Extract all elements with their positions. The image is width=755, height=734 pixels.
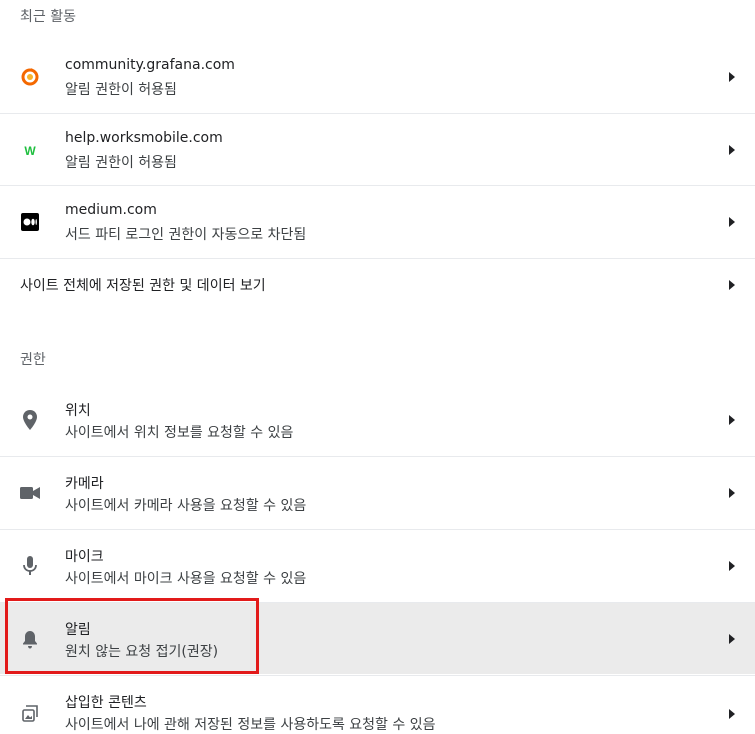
chevron-right-icon: [729, 144, 735, 155]
permission-row-camera[interactable]: 카메라 사이트에서 카메라 사용을 요청할 수 있음: [0, 456, 755, 528]
chevron-right-icon: [729, 72, 735, 82]
svg-text:W: W: [24, 144, 36, 158]
site-name: medium.com: [65, 202, 157, 218]
permission-description: 사이트에서 카메라 사용을 요청할 수 있음: [65, 498, 307, 514]
view-all-site-data-row[interactable]: 사이트 전체에 저장된 권한 및 데이터 보기: [0, 258, 755, 311]
permission-label: 카메라: [65, 476, 104, 492]
embedded-content-icon: [20, 704, 40, 724]
chevron-right-icon: [729, 216, 735, 227]
location-pin-icon: [20, 410, 40, 430]
chevron-right-icon: [729, 709, 735, 719]
camera-icon: [20, 483, 40, 503]
permission-description: 원치 않는 요청 접기(권장): [65, 644, 219, 660]
site-status: 알림 권한이 허용됨: [65, 155, 177, 171]
site-status: 알림 권한이 허용됨: [65, 82, 177, 98]
bell-icon: [20, 629, 40, 649]
site-name: community.grafana.com: [65, 57, 235, 73]
chevron-right-icon: [729, 415, 735, 425]
site-name: help.worksmobile.com: [65, 130, 223, 146]
chevron-right-icon: [729, 560, 735, 571]
recent-site-row-worksmobile[interactable]: W help.worksmobile.com 알림 권한이 허용됨: [0, 113, 755, 185]
recent-site-row-medium[interactable]: medium.com 서드 파티 로그인 권한이 자동으로 차단됨: [0, 185, 755, 257]
view-all-label: 사이트 전체에 저장된 권한 및 데이터 보기: [20, 278, 266, 294]
permission-label: 마이크: [65, 549, 104, 565]
permission-description: 사이트에서 위치 정보를 요청할 수 있음: [65, 425, 294, 441]
permission-label: 삽입한 콘텐츠: [65, 695, 147, 711]
permission-description: 사이트에서 나에 관해 저장된 정보를 사용하도록 요청할 수 있음: [65, 717, 436, 733]
permission-row-notifications[interactable]: 알림 원치 않는 요청 접기(권장): [0, 602, 755, 674]
site-status: 서드 파티 로그인 권한이 자동으로 차단됨: [65, 227, 307, 243]
permission-row-location[interactable]: 위치 사이트에서 위치 정보를 요청할 수 있음: [0, 384, 755, 456]
medium-favicon-icon: [20, 212, 40, 232]
permission-label: 위치: [65, 403, 91, 419]
worksmobile-favicon-icon: W: [20, 140, 40, 160]
microphone-icon: [20, 556, 40, 576]
recent-activity-heading: 최근 활동: [20, 9, 76, 25]
grafana-favicon-icon: [20, 67, 40, 87]
recent-site-row-grafana[interactable]: community.grafana.com 알림 권한이 허용됨: [0, 41, 755, 113]
permission-label: 알림: [65, 622, 91, 638]
chevron-right-icon: [729, 633, 735, 644]
permissions-heading: 권한: [20, 352, 46, 368]
chevron-right-icon: [729, 487, 735, 498]
permission-description: 사이트에서 마이크 사용을 요청할 수 있음: [65, 571, 307, 587]
permission-row-microphone[interactable]: 마이크 사이트에서 마이크 사용을 요청할 수 있음: [0, 529, 755, 601]
chevron-right-icon: [729, 280, 735, 290]
permission-row-embedded-content[interactable]: 삽입한 콘텐츠 사이트에서 나에 관해 저장된 정보를 사용하도록 요청할 수 …: [0, 675, 755, 733]
